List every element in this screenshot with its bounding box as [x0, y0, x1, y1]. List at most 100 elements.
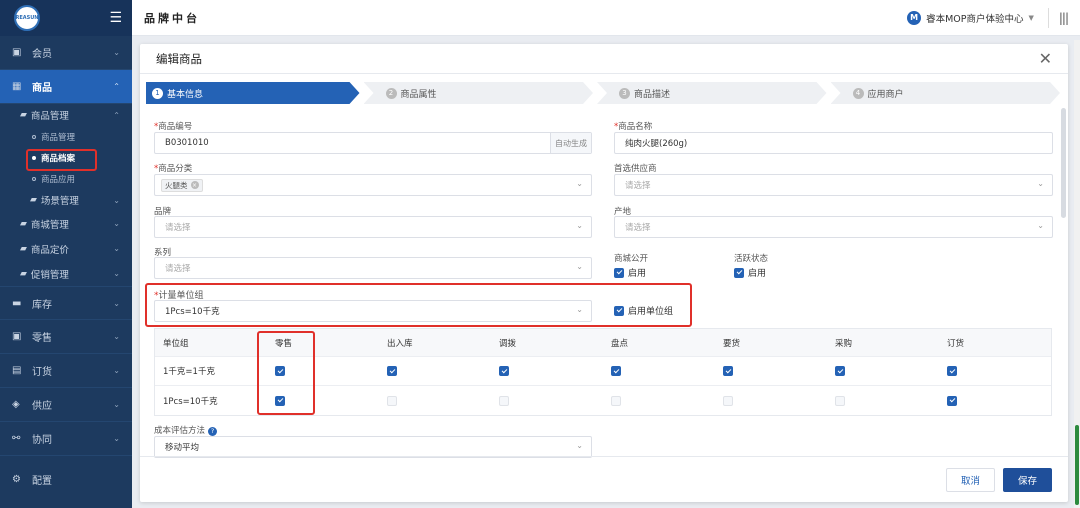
name-value: 纯肉火腿(260g): [625, 139, 688, 149]
auto-generate-suffix[interactable]: 自动生成: [550, 133, 591, 153]
checkbox-stock-io[interactable]: [387, 366, 397, 376]
truck-icon: ▬: [12, 297, 22, 309]
name-input[interactable]: 纯肉火腿(260g): [614, 132, 1053, 154]
scroll-thumb[interactable]: [1075, 425, 1079, 505]
step-attributes[interactable]: 2 商品属性: [364, 82, 594, 104]
list-icon: ▤: [12, 365, 22, 376]
cost-method-select[interactable]: 移动平均 ⌄: [154, 436, 592, 458]
checkbox-stocktake[interactable]: [611, 366, 621, 376]
menu-toggle-icon[interactable]: ☰: [109, 10, 122, 26]
category-select[interactable]: 火腿类 × ⌄: [154, 174, 592, 196]
step-merchants[interactable]: 4 应用商户: [831, 82, 1061, 104]
menu-leaf-goods-mgmt[interactable]: 商品管理: [0, 126, 132, 147]
sidebar-item-member[interactable]: ▣ 会员 ⌄: [0, 36, 132, 70]
sidebar-item-retail[interactable]: ▣ 零售 ⌄: [0, 320, 132, 354]
table-cell: [939, 395, 1051, 406]
submenu-mall-mgmt[interactable]: ▰ 商城管理 ⌄: [0, 211, 132, 236]
table-cell: [715, 366, 827, 376]
unit-group-cell: 1Pcs=10千克: [163, 396, 218, 407]
close-icon[interactable]: ✕: [1039, 49, 1052, 68]
modal-scrollbar[interactable]: [1061, 108, 1066, 218]
layers-icon: ◈: [12, 399, 20, 410]
chevron-down-icon: ⌄: [1037, 179, 1044, 188]
brand-logo: REASUN: [14, 5, 40, 31]
submenu-goods-pricing[interactable]: ▰ 商品定价 ⌄: [0, 236, 132, 261]
chevron-down-icon: ⌄: [576, 179, 583, 188]
tag-close-icon[interactable]: ×: [190, 181, 199, 189]
brand-select[interactable]: 请选择 ⌄: [154, 216, 592, 238]
table-cell: [827, 395, 939, 406]
mall-public-label: 商城公开: [614, 254, 649, 264]
checkbox-stock-io: [387, 395, 397, 406]
chevron-down-icon: ⌄: [576, 221, 583, 230]
modal-footer: 取消 保存: [140, 456, 1068, 502]
step-number: 2: [386, 88, 397, 99]
submenu-promo-mgmt[interactable]: ▰ 促销管理 ⌄: [0, 261, 132, 286]
page-title: 品牌中台: [144, 11, 200, 25]
folder-icon: ▰: [20, 110, 27, 120]
series-select[interactable]: 请选择 ⌄: [154, 257, 592, 279]
sidebar-item-order[interactable]: ▤ 订货 ⌄: [0, 354, 132, 388]
help-icon[interactable]: ?: [208, 426, 218, 436]
sidebar-item-label: 零售: [32, 333, 52, 344]
sidebar-item-supply[interactable]: ◈ 供应 ⌄: [0, 388, 132, 422]
submenu-scene-mgmt[interactable]: ▰ 场景管理 ⌄: [0, 189, 132, 211]
table-cell: [603, 366, 715, 376]
highlight-box-retail-column: [257, 331, 315, 415]
checkbox-order[interactable]: [947, 395, 957, 406]
sidebar-item-label: 商品: [32, 83, 52, 94]
grid-icon: ▦: [12, 81, 22, 92]
modal-header: 编辑商品 ✕: [140, 44, 1068, 74]
sidebar-item-inventory[interactable]: ▬ 库存 ⌄: [0, 286, 132, 320]
submenu-label: 促销管理: [30, 269, 69, 281]
submenu-label: 商品定价: [30, 244, 69, 256]
sidebar-item-goods[interactable]: ▦ 商品 ⌃: [0, 70, 132, 104]
save-button[interactable]: 保存: [1002, 467, 1052, 492]
step-number: 4: [853, 88, 864, 99]
more-menu-icon[interactable]: |||: [1059, 11, 1069, 25]
origin-select[interactable]: 请选择 ⌄: [614, 216, 1053, 238]
checkbox-transfer[interactable]: [499, 366, 509, 376]
column-header: 订货: [947, 338, 965, 349]
chevron-up-icon: ⌃: [113, 110, 120, 120]
column-header: 采购: [835, 338, 853, 349]
name-label: *商品名称: [614, 122, 653, 132]
submenu-goods-mgmt[interactable]: ▰ 商品管理 ⌃: [0, 104, 132, 126]
page-scrollbar[interactable]: [1074, 40, 1080, 508]
sidebar-item-label: 库存: [32, 299, 52, 311]
tenant-name: 睿本MOP商户体验中心: [926, 13, 1024, 25]
sidebar-item-config[interactable]: ⚙ 配置: [0, 462, 132, 496]
highlight-box-unit-group: [145, 283, 692, 327]
code-label: *商品编号: [154, 122, 193, 132]
step-label: 商品属性: [400, 89, 437, 100]
submenu-label: 商城管理: [30, 219, 69, 231]
column-header: 单位组: [163, 338, 189, 349]
chevron-down-icon: ⌄: [113, 332, 120, 341]
folder-icon: ▰: [20, 218, 27, 229]
code-input[interactable]: B0301010 自动生成: [154, 132, 592, 154]
divider: [1047, 7, 1049, 28]
step-label: 商品描述: [634, 89, 671, 100]
modal-title: 编辑商品: [156, 51, 202, 66]
chevron-down-icon: ⌄: [576, 262, 583, 271]
active-status-checkbox[interactable]: 启用: [734, 266, 766, 279]
cancel-button[interactable]: 取消: [945, 467, 995, 492]
step-description[interactable]: 3 商品描述: [597, 82, 827, 104]
checkbox-order[interactable]: [947, 366, 957, 376]
step-basic-info[interactable]: 1 基本信息: [146, 82, 360, 104]
code-value: B0301010: [165, 138, 209, 148]
checkbox-purchase[interactable]: [835, 366, 845, 376]
menu-leaf-goods-apply[interactable]: 商品应用: [0, 168, 132, 189]
mall-public-checkbox[interactable]: 启用: [614, 266, 646, 279]
sidebar-item-label: 协同: [32, 435, 52, 446]
sidebar-item-label: 配置: [32, 475, 52, 487]
chevron-down-icon: ⌄: [113, 400, 120, 409]
checkbox-stocktake: [611, 395, 621, 406]
top-bar: 品牌中台 M 睿本MOP商户体验中心 ▼ |||: [132, 0, 1080, 36]
sidebar-item-collab[interactable]: ⚯ 协同 ⌄: [0, 422, 132, 456]
share-icon: ⚯: [12, 433, 21, 444]
table-cell: [491, 366, 603, 376]
tenant-switcher[interactable]: M 睿本MOP商户体验中心 ▼: [907, 10, 1034, 25]
supplier-select[interactable]: 请选择 ⌄: [614, 174, 1053, 196]
checkbox-requisition[interactable]: [723, 366, 733, 376]
